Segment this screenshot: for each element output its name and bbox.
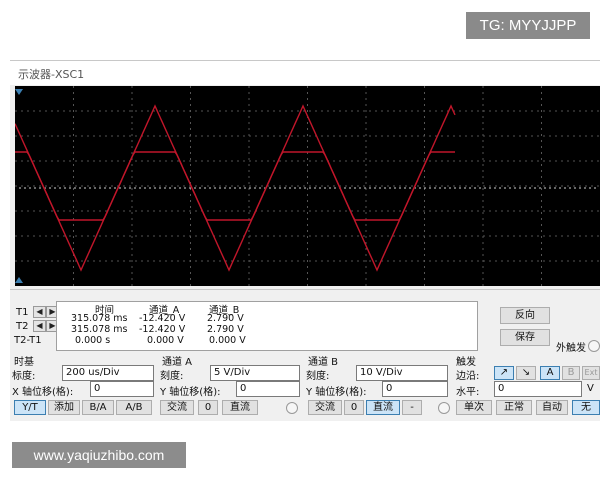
channel-a-zero-button[interactable]: 0 [198, 400, 218, 415]
auto-mode-button[interactable]: 自动 [536, 400, 568, 415]
channel-a-title: 通道 A [162, 357, 193, 368]
t2-t1-label: T2-T1 [14, 335, 42, 346]
ab-mode-button[interactable]: A/B [116, 400, 152, 415]
watermark: www.yaqiuzhibo.com [12, 442, 186, 468]
t2-channel-a: -12.420 V [139, 324, 186, 335]
title-bar: 示波器-XSC1 [10, 61, 600, 85]
t1-channel-a: -12.420 V [139, 313, 186, 324]
ext-trigger-label: 外触发 [556, 343, 586, 354]
timebase-scale-field[interactable]: 200 us/Div [62, 365, 154, 381]
channel-a-scale-label: 刻度: [160, 371, 184, 382]
channel-b-dc-button[interactable]: 直流 [366, 400, 400, 415]
delta-channel-a: 0.000 V [147, 335, 184, 346]
reverse-button[interactable]: 反向 [500, 307, 550, 324]
x-position-field[interactable]: 0 [90, 381, 154, 397]
t1-time: 315.078 ms [71, 313, 128, 324]
cursor-readout-table: 时间 通道_A 通道_B 315.078 ms -12.420 V 2.790 … [56, 301, 478, 351]
channel-b-title: 通道 B [308, 357, 339, 368]
trigger-level-field[interactable]: 0 [494, 381, 582, 397]
t2-channel-b: 2.790 V [207, 324, 244, 335]
window-title: 示波器-XSC1 [18, 68, 85, 81]
channel-a-dc-button[interactable]: 直流 [222, 400, 258, 415]
channel-b-invert-button[interactable]: - [402, 400, 422, 415]
yt-mode-button[interactable]: Y/T [14, 400, 46, 415]
channel-a-ac-button[interactable]: 交流 [160, 400, 194, 415]
t2-time: 315.078 ms [71, 324, 128, 335]
rising-edge-button[interactable]: ↗ [494, 366, 514, 380]
timebase-scale-label: 标度: [12, 371, 36, 382]
trigger-level-label: 水平: [456, 387, 480, 398]
channel-b-scale-field[interactable]: 10 V/Div [356, 365, 448, 381]
single-mode-button[interactable]: 单次 [456, 400, 492, 415]
ba-mode-button[interactable]: B/A [82, 400, 114, 415]
scope-display[interactable] [15, 86, 600, 286]
tg-badge: TG: MYYJJPP [466, 12, 590, 39]
trigger-source-ext-button[interactable]: Ext [582, 366, 600, 380]
delta-time: 0.000 s [75, 335, 111, 346]
t2-left-arrow[interactable]: ◀ [33, 320, 46, 332]
x-position-label: X 轴位移(格): [12, 387, 74, 398]
channel-a-ypos-label: Y 轴位移(格): [160, 387, 221, 398]
oscilloscope-window: 示波器-XSC1 T1 ◀ ▶ T2 ◀ ▶ T2-T1 时间 通道_A 通道_… [10, 60, 600, 421]
channel-a-radio[interactable] [286, 402, 298, 414]
add-mode-button[interactable]: 添加 [48, 400, 80, 415]
none-mode-button[interactable]: 无 [572, 400, 600, 415]
channel-b-radio[interactable] [438, 402, 450, 414]
t2-label: T2 [16, 321, 29, 332]
save-button[interactable]: 保存 [500, 329, 550, 346]
t1-left-arrow[interactable]: ◀ [33, 306, 46, 318]
timebase-title: 时基 [14, 357, 34, 368]
channel-b-scale-label: 刻度: [306, 371, 330, 382]
trigger-source-a-button[interactable]: A [540, 366, 560, 380]
delta-channel-b: 0.000 V [209, 335, 246, 346]
trigger-edge-label: 边沿: [456, 371, 480, 382]
oscilloscope-screen[interactable] [15, 86, 600, 286]
t1-channel-b: 2.790 V [207, 313, 244, 324]
trigger-level-unit: V [587, 383, 594, 394]
trigger-title: 触发 [456, 357, 476, 368]
ext-trigger-radio[interactable] [588, 340, 600, 352]
trigger-source-b-button[interactable]: B [562, 366, 580, 380]
separator [10, 289, 600, 290]
channel-b-zero-button[interactable]: 0 [344, 400, 364, 415]
normal-mode-button[interactable]: 正常 [496, 400, 532, 415]
falling-edge-button[interactable]: ↘ [516, 366, 536, 380]
channel-b-ac-button[interactable]: 交流 [308, 400, 342, 415]
channel-a-scale-field[interactable]: 5 V/Div [210, 365, 300, 381]
channel-a-ypos-field[interactable]: 0 [236, 381, 300, 397]
channel-b-ypos-label: Y 轴位移(格): [306, 387, 367, 398]
t1-label: T1 [16, 307, 29, 318]
channel-b-ypos-field[interactable]: 0 [382, 381, 448, 397]
